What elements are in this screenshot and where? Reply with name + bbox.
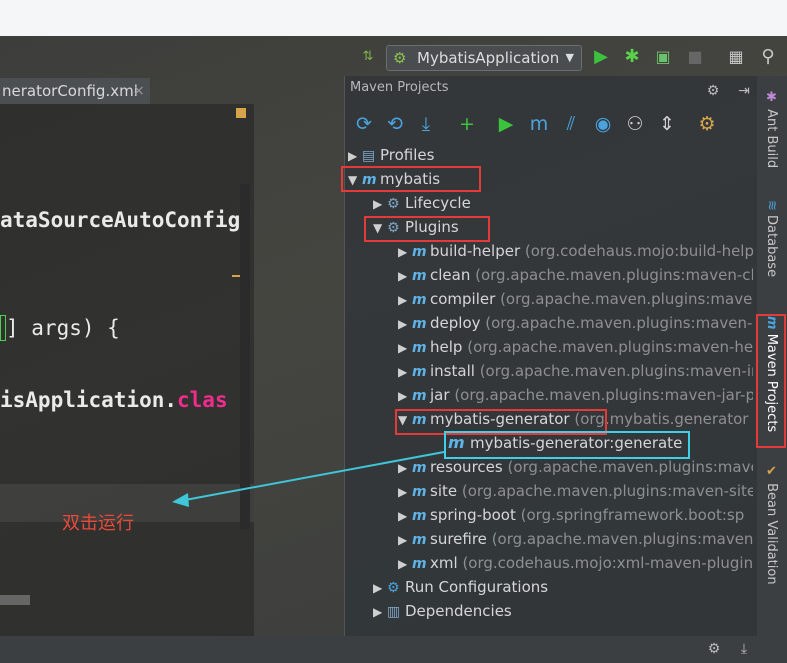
annotation-arrow: [172, 451, 445, 507]
annotation-text: 双击运行: [62, 513, 134, 534]
